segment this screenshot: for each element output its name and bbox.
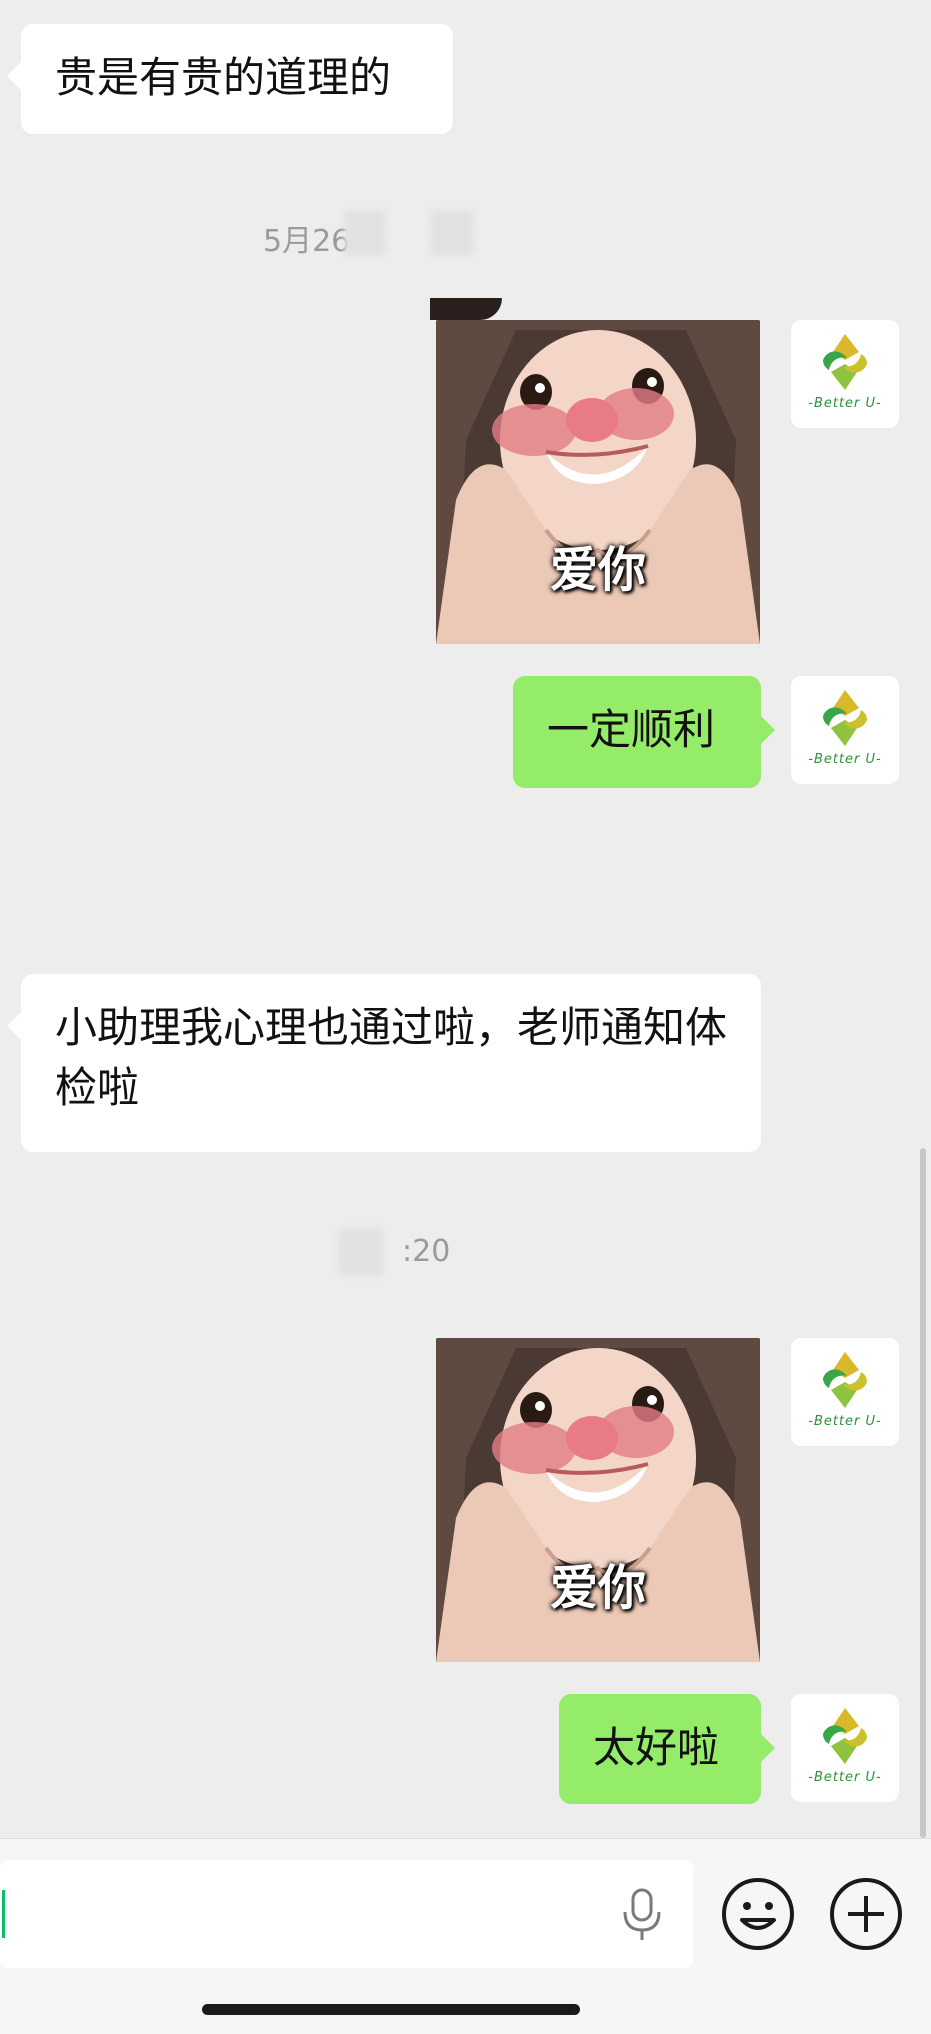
message-bubble-incoming[interactable]: 小助理我心理也通过啦，老师通知体检啦 xyxy=(7,974,761,1152)
text-caret xyxy=(2,1890,5,1938)
brand-text: -Better U- xyxy=(808,752,882,767)
timestamp: :20 xyxy=(402,1234,451,1269)
sticker-caption: 爱你 xyxy=(549,1560,646,1616)
avatar[interactable]: -Better U- xyxy=(791,676,899,784)
message-text: 贵是有贵的道理的 xyxy=(55,53,392,102)
brand-text: -Better U- xyxy=(808,396,882,411)
sticker-caption: 爱你 xyxy=(549,542,646,598)
brand-logo-icon xyxy=(823,1708,867,1764)
message-text: 太好啦 xyxy=(593,1723,720,1772)
blurred-timestamp-region xyxy=(338,1228,384,1276)
emoji-icon[interactable] xyxy=(720,1876,796,1952)
brand-text: -Better U- xyxy=(808,1770,882,1785)
avatar[interactable]: -Better U- xyxy=(791,1694,899,1802)
microphone-icon[interactable] xyxy=(620,1888,664,1942)
message-bubble-outgoing[interactable]: 太好啦 xyxy=(559,1694,775,1804)
message-bubble-outgoing[interactable]: 一定顺利 xyxy=(513,676,775,788)
scrollbar[interactable] xyxy=(920,1148,926,1838)
home-indicator[interactable] xyxy=(202,2004,580,2015)
sticker-image[interactable]: 爱你 xyxy=(436,320,760,644)
timestamp: 5月26 xyxy=(263,224,351,259)
blurred-timestamp-region xyxy=(430,210,474,256)
brand-text: -Better U- xyxy=(808,1414,882,1429)
message-text: 小助理我心理也通过啦，老师通知体检啦 xyxy=(55,1003,728,1112)
sticker-image[interactable]: 爱你 xyxy=(436,1338,760,1662)
brand-logo-icon xyxy=(823,1352,867,1408)
message-input[interactable] xyxy=(0,1860,693,1968)
image-fragment xyxy=(430,298,502,320)
message-text: 一定顺利 xyxy=(547,705,716,754)
avatar[interactable]: -Better U- xyxy=(791,320,899,428)
message-bubble-incoming[interactable]: 贵是有贵的道理的 xyxy=(7,24,453,134)
plus-icon[interactable] xyxy=(828,1876,904,1952)
blurred-timestamp-region xyxy=(344,210,386,256)
brand-logo-icon xyxy=(823,690,867,746)
brand-logo-icon xyxy=(823,334,867,390)
avatar[interactable]: -Better U- xyxy=(791,1338,899,1446)
